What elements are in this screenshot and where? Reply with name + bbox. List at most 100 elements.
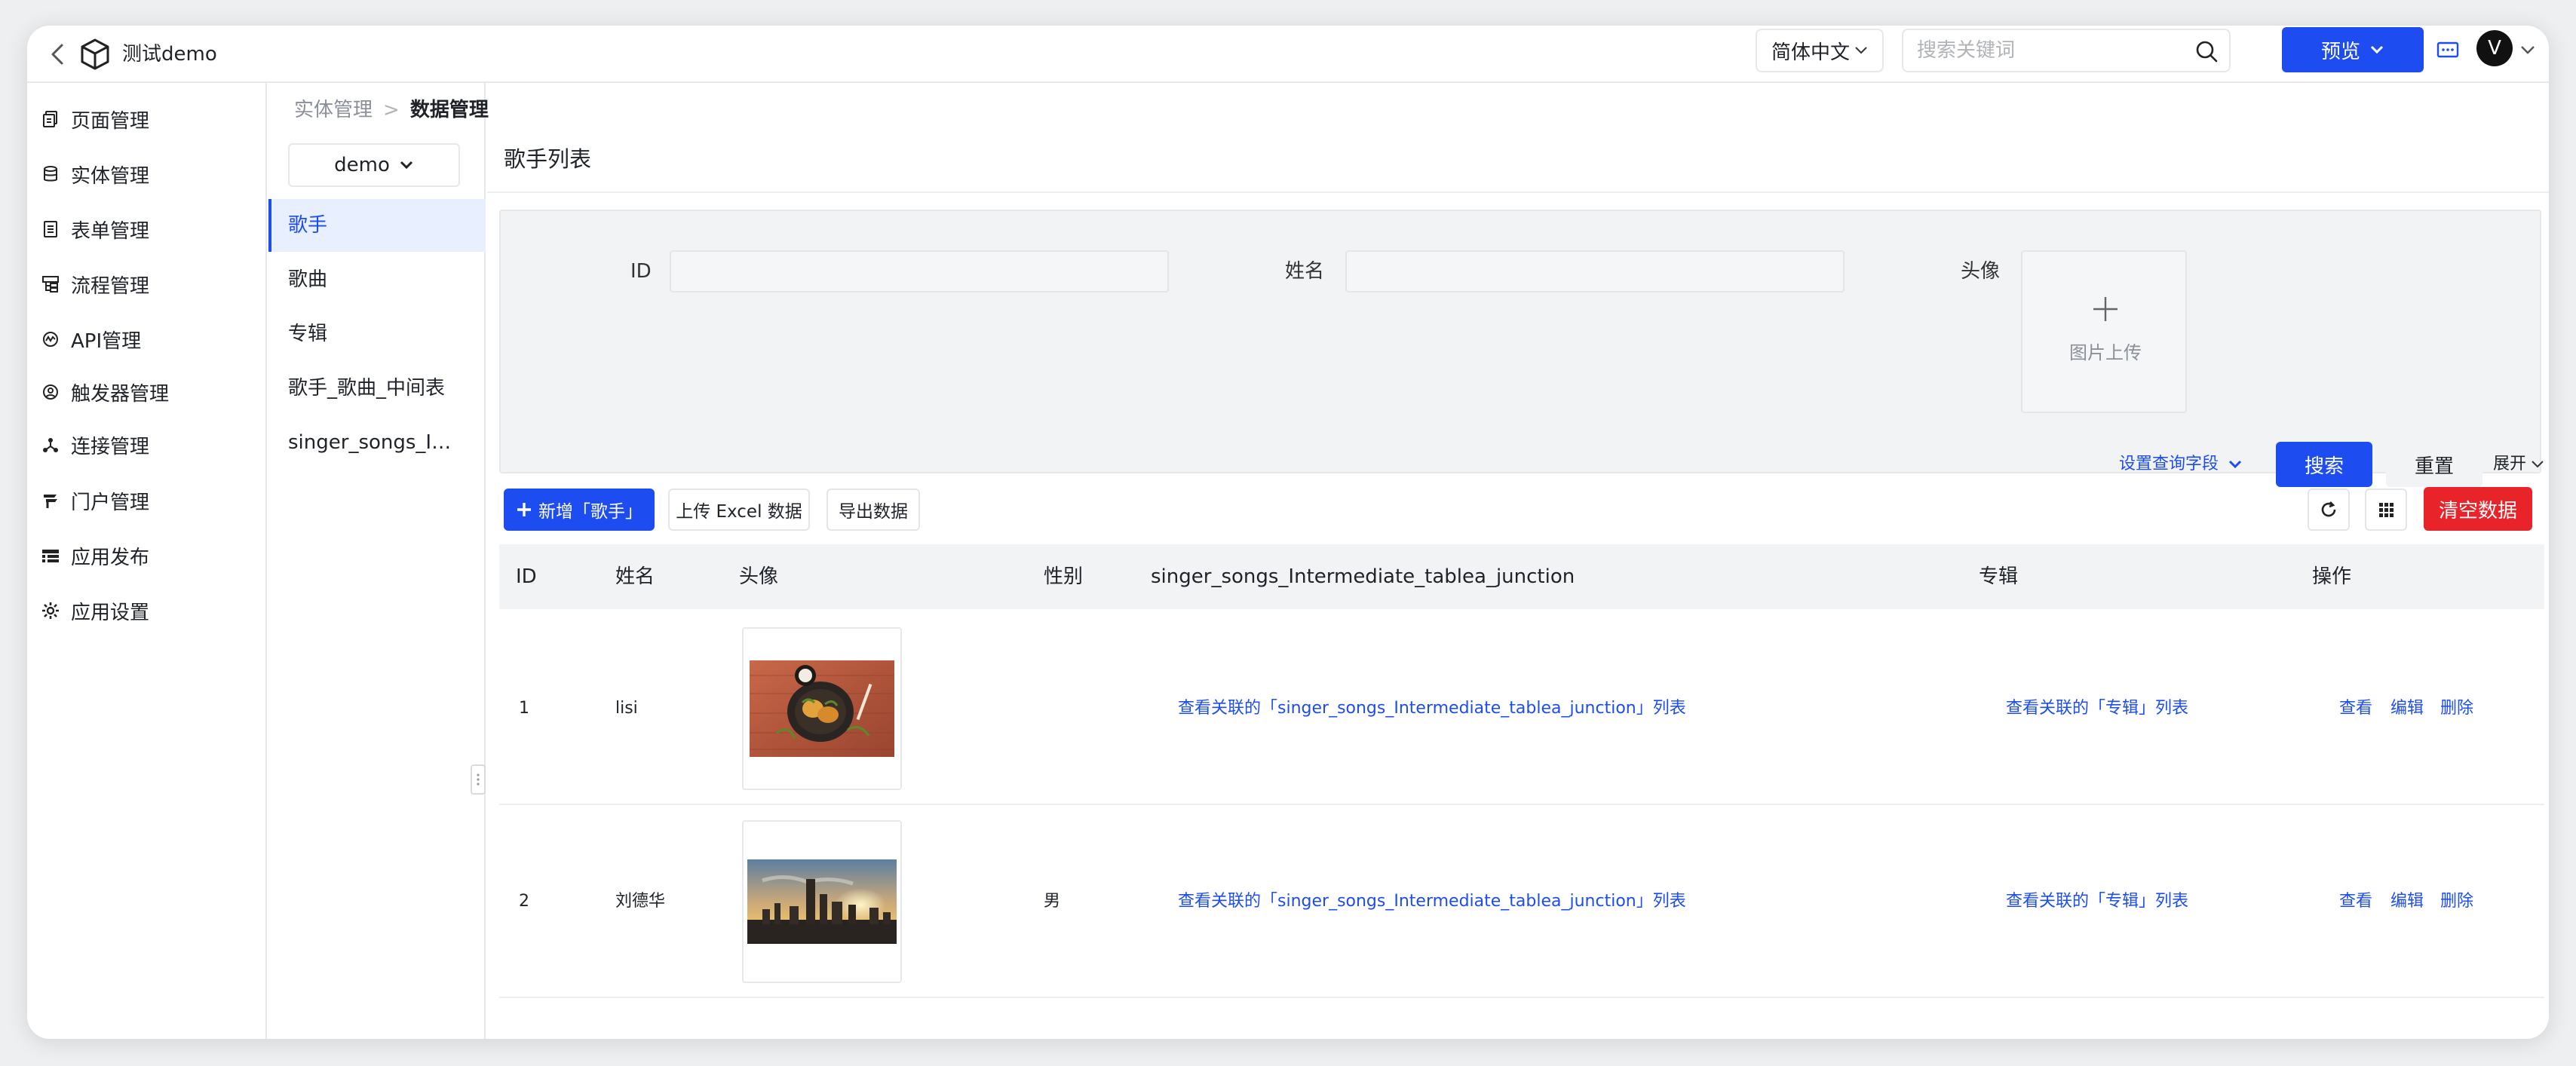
entity-item-singer[interactable]: 歌手 [268,199,486,252]
nav-item-label: 连接管理 [71,435,150,458]
cell-name: 刘德华 [615,892,666,911]
column-header-actions: 操作 [2312,565,2352,588]
search-icon[interactable] [2194,39,2219,63]
nav-item-connection[interactable]: 连接管理 [27,422,267,467]
avatar-thumbnail[interactable] [742,820,902,983]
breadcrumb-parent[interactable]: 实体管理 [294,99,373,121]
upload-text: 图片上传 [2069,342,2142,363]
chevron-down-icon [2370,45,2384,54]
column-settings-button[interactable] [2365,489,2407,531]
set-query-fields[interactable]: 设置查询字段 [2119,449,2243,479]
nav-item-trigger[interactable]: 触发器管理 [27,369,267,415]
database-icon [39,163,62,185]
image-upload[interactable]: 图片上传 [2021,250,2187,413]
nav-item-label: 页面管理 [71,109,150,133]
junction-link[interactable]: 查看关联的「singer_songs_Intermediate_tablea_j… [1178,805,1686,998]
trigger-icon [39,381,62,403]
chevron-down-icon [2228,460,2242,469]
nav-item-api[interactable]: API管理 [27,317,267,362]
breadcrumb-separator: > [383,99,400,121]
city-skyline-photo [747,859,897,944]
cube-logo-icon [74,33,116,75]
left-sidebar: 页面管理 实体管理 表单管理 流程管理 API管理 触发器管理 连接管理 门户管… [27,83,267,1039]
message-icon[interactable] [2425,36,2470,66]
entity-item-junction-cn[interactable]: 歌手_歌曲_中间表 [268,362,486,415]
nav-item-entity[interactable]: 实体管理 [27,152,267,197]
query-name-label: 姓名 [1285,260,1325,283]
export-data-button[interactable]: 导出数据 [826,489,920,531]
set-query-fields-label: 设置查询字段 [2119,455,2219,473]
cell-gender: 男 [1044,892,1061,911]
column-header-gender: 性别 [1044,565,1084,588]
back-arrow-icon[interactable] [42,39,72,69]
column-header-id: ID [516,565,537,588]
publish-icon [39,544,62,567]
column-header-album: 专辑 [1979,565,2019,588]
expand-toggle[interactable]: 展开 [2493,449,2544,479]
edit-button[interactable]: 编辑 [2390,805,2424,998]
chevron-down-icon [1855,47,1867,54]
cell-name: lisi [615,699,638,718]
nav-item-flow[interactable]: 流程管理 [27,262,267,307]
query-id-label: ID [630,260,652,283]
language-value: 简体中文 [1771,41,1850,64]
junction-link[interactable]: 查看关联的「singer_songs_Intermediate_tablea_j… [1178,612,1686,805]
nav-item-label: 实体管理 [71,164,150,188]
top-bar: 测试demo 简体中文 预览 V [27,26,2549,83]
clear-data-button[interactable]: 清空数据 [2424,487,2532,531]
nav-item-publish[interactable]: 应用发布 [27,533,267,578]
delete-button[interactable]: 删除 [2440,805,2473,998]
chevron-down-icon[interactable] [2519,41,2537,59]
app-title: 测试demo [122,43,217,66]
nav-item-label: API管理 [71,329,142,353]
nav-item-label: 应用设置 [71,601,150,624]
entity-item-song[interactable]: 歌曲 [268,253,486,306]
album-link[interactable]: 查看关联的「专辑」列表 [2006,805,2188,998]
column-header-junction: singer_songs_Intermediate_tablea_junctio… [1151,565,1575,588]
nav-item-page[interactable]: 页面管理 [27,96,267,142]
edit-button[interactable]: 编辑 [2390,612,2424,805]
query-panel [499,210,2541,473]
grid-icon [2379,503,2394,517]
view-button[interactable]: 查看 [2339,805,2372,998]
search-button[interactable]: 搜索 [2276,442,2372,487]
user-avatar[interactable]: V [2476,30,2513,66]
nav-item-label: 流程管理 [71,274,150,298]
language-select[interactable]: 简体中文 [1756,29,1884,72]
refresh-button[interactable] [2308,489,2350,531]
view-button[interactable]: 查看 [2339,612,2372,805]
query-id-input[interactable] [670,250,1169,293]
title-divider [487,191,2549,193]
nav-item-label: 表单管理 [71,219,150,243]
upload-excel-button[interactable]: 上传 Excel 数据 [668,489,810,531]
avatar-thumbnail[interactable] [742,627,902,790]
search-input[interactable] [1917,30,2188,71]
preview-label: 预览 [2320,40,2360,63]
app-window: 测试demo 简体中文 预览 V 页面管理 实体管理 [27,26,2549,1039]
nav-item-form[interactable]: 表单管理 [27,207,267,252]
entity-item-album[interactable]: 专辑 [268,308,486,360]
cell-id: 1 [519,699,529,718]
nav-item-label: 应用发布 [71,546,150,569]
app-select[interactable]: demo [288,143,460,187]
entity-item-junction[interactable]: singer_songs_Intermediate_tablea_junctio… [268,416,486,469]
api-icon [39,328,62,351]
food-photo [750,660,894,757]
nav-item-label: 门户管理 [71,491,150,514]
query-name-input[interactable] [1345,250,1845,293]
plus-icon [2093,297,2118,321]
breadcrumb: 实体管理 > 数据管理 [294,90,489,130]
breadcrumb-current: 数据管理 [409,99,489,121]
preview-button[interactable]: 预览 [2282,27,2424,72]
global-search [1902,29,2231,72]
nav-item-portal[interactable]: 门户管理 [27,478,267,523]
nav-item-settings[interactable]: 应用设置 [27,588,267,633]
refresh-icon [2321,501,2336,517]
delete-button[interactable]: 删除 [2440,612,2473,805]
add-singer-button[interactable]: 新增「歌手」 [504,489,655,531]
album-link[interactable]: 查看关联的「专辑」列表 [2006,612,2188,805]
connection-icon [39,433,62,456]
reset-button[interactable]: 重置 [2386,442,2482,487]
chevron-down-icon [400,161,412,170]
resize-handle[interactable] [471,764,486,795]
